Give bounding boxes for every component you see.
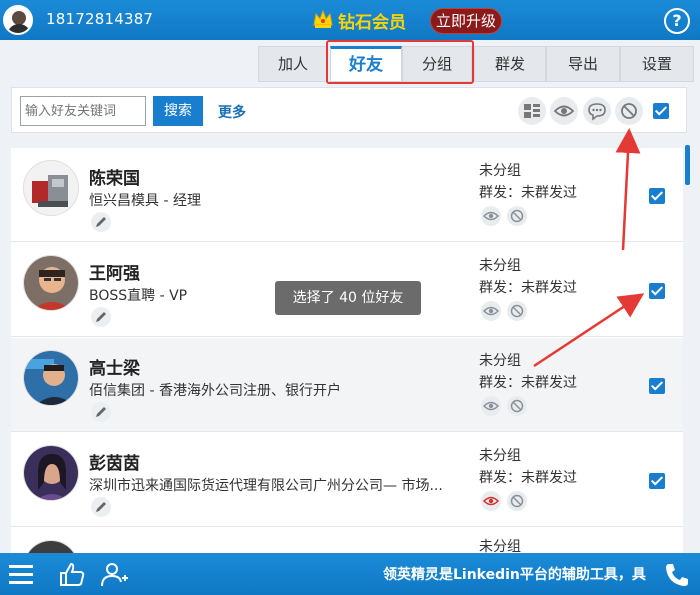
phone-icon[interactable]	[664, 562, 690, 588]
add-user-icon[interactable]	[100, 560, 130, 588]
marquee-text: 领英精灵是Linkedin平台的辅助工具，具	[383, 567, 646, 583]
thumbs-up-icon[interactable]	[58, 560, 86, 588]
bottom-bar: 领英精灵是Linkedin平台的辅助工具，具	[0, 553, 700, 595]
annotation-arrows	[533, 128, 645, 368]
arrow-to-checkbox	[533, 293, 645, 368]
arrow-to-block-tool	[615, 128, 641, 251]
menu-icon[interactable]	[8, 562, 34, 586]
